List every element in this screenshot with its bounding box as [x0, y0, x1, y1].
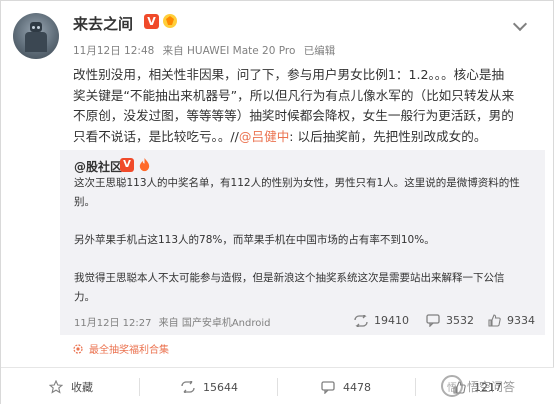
favorite-label: 收藏 — [71, 381, 93, 394]
repost-source: 来自 国产安卓机Android — [158, 318, 271, 329]
promo-link[interactable]: 最全抽奖福利合集 — [73, 341, 169, 356]
repost-paragraph: 这次王思聪113人的中奖名单，有112人的性别为女性，男性只有1人。这里说的是微… — [74, 177, 520, 189]
repost-paragraph: 我觉得王思聪本人不太可能参与造假，但是新浪这个抽奖系统这次是需要站出来解释一下公… — [74, 272, 505, 284]
promo-label: 最全抽奖福利合集 — [89, 345, 169, 356]
repost-count-button[interactable]: 19410 — [354, 314, 409, 327]
repost-icon — [354, 314, 368, 327]
divider — [415, 378, 416, 396]
fire-icon — [139, 157, 150, 172]
post-text-line-start: 只看不说话，是比较吃亏。。// — [73, 128, 239, 144]
comment-icon — [426, 314, 440, 327]
watermark-circle-icon: 悟 — [441, 375, 463, 397]
repost-icon — [181, 381, 195, 393]
thumbs-up-icon — [488, 314, 501, 327]
reposted-content[interactable]: @股社区 V 这次王思聪113人的中奖名单，有112人的性别为女性，男性只有1人… — [60, 150, 545, 335]
weibo-post-card: 来去之间 V 11月12日 12:48 来自 HUAWEI Mate 20 Pr… — [0, 0, 554, 404]
repost-count: 19410 — [374, 314, 409, 327]
repost-total: 15644 — [203, 380, 238, 394]
favorite-button[interactable]: 收藏 — [49, 368, 93, 404]
gift-icon — [73, 343, 83, 354]
post-username[interactable]: 来去之间 — [73, 13, 133, 34]
post-text: 改性别没用，相关性非因果，问了下，参与用户男女比例1：1.2。。。核心是抽 奖关… — [73, 65, 533, 147]
comment-icon — [321, 380, 335, 394]
like-count: 9334 — [507, 314, 535, 327]
divider — [139, 378, 140, 396]
chevron-down-icon[interactable] — [512, 16, 528, 32]
avatar-robot-body — [25, 32, 47, 52]
repost-username[interactable]: @股社区 — [74, 158, 122, 175]
post-edited-label[interactable]: 已编辑 — [304, 45, 336, 57]
avatar[interactable] — [13, 13, 59, 59]
repost-time[interactable]: 11月12日 12:27 — [74, 318, 151, 329]
repost-paragraph: 别。 — [74, 196, 95, 208]
verified-badge-icon: V — [120, 158, 134, 172]
comment-total: 4478 — [343, 380, 371, 394]
repost-paragraph: 另外苹果手机占这113人的78%，而苹果手机在中国市场的占有率不到10%。 — [74, 234, 435, 246]
post-meta: 11月12日 12:48 来自 HUAWEI Mate 20 Pro 已编辑 — [73, 43, 340, 58]
star-icon — [49, 380, 63, 394]
watermark-logo: 悟 悟空问答 — [441, 373, 551, 399]
avatar-robot-eye — [32, 26, 35, 29]
post-text-line: 奖关键是“不能抽出来机器号”，所以但凡行为有点儿像水军的（比如只转发从来 — [73, 87, 515, 103]
like-count-button[interactable]: 9334 — [488, 314, 535, 327]
comment-button[interactable]: 4478 — [321, 368, 371, 404]
avatar-robot-eye — [37, 26, 40, 29]
watermark-text: 悟空问答 — [467, 379, 516, 394]
post-source: 来自 HUAWEI Mate 20 Pro — [162, 45, 296, 57]
repost-meta: 11月12日 12:27 来自 国产安卓机Android — [74, 314, 274, 329]
post-text-line: 改性别没用，相关性非因果，问了下，参与用户男女比例1：1.2。。。核心是抽 — [73, 67, 505, 82]
verified-badge-icon: V — [144, 14, 159, 29]
divider — [277, 378, 278, 396]
mention-link[interactable]: @吕健中 — [239, 129, 289, 144]
repost-paragraph: 力。 — [74, 291, 95, 303]
level-badge-icon — [163, 14, 177, 28]
repost-button[interactable]: 15644 — [181, 368, 238, 404]
post-time[interactable]: 11月12日 12:48 — [73, 45, 154, 57]
comment-count-button[interactable]: 3532 — [426, 314, 474, 327]
post-text-line: 不原创，没发过图，等等等等）抽奖时候都会降权，女生一般行为更活跃，男的 — [73, 108, 514, 123]
post-text-line: 只看不说话，是比较吃亏。。//@吕健中: 以后抽奖前，先把性别改成女的。 — [73, 127, 533, 148]
mention-suffix: : 以后抽奖前，先把性别改成女的。 — [289, 128, 487, 144]
comment-count: 3532 — [446, 314, 474, 327]
